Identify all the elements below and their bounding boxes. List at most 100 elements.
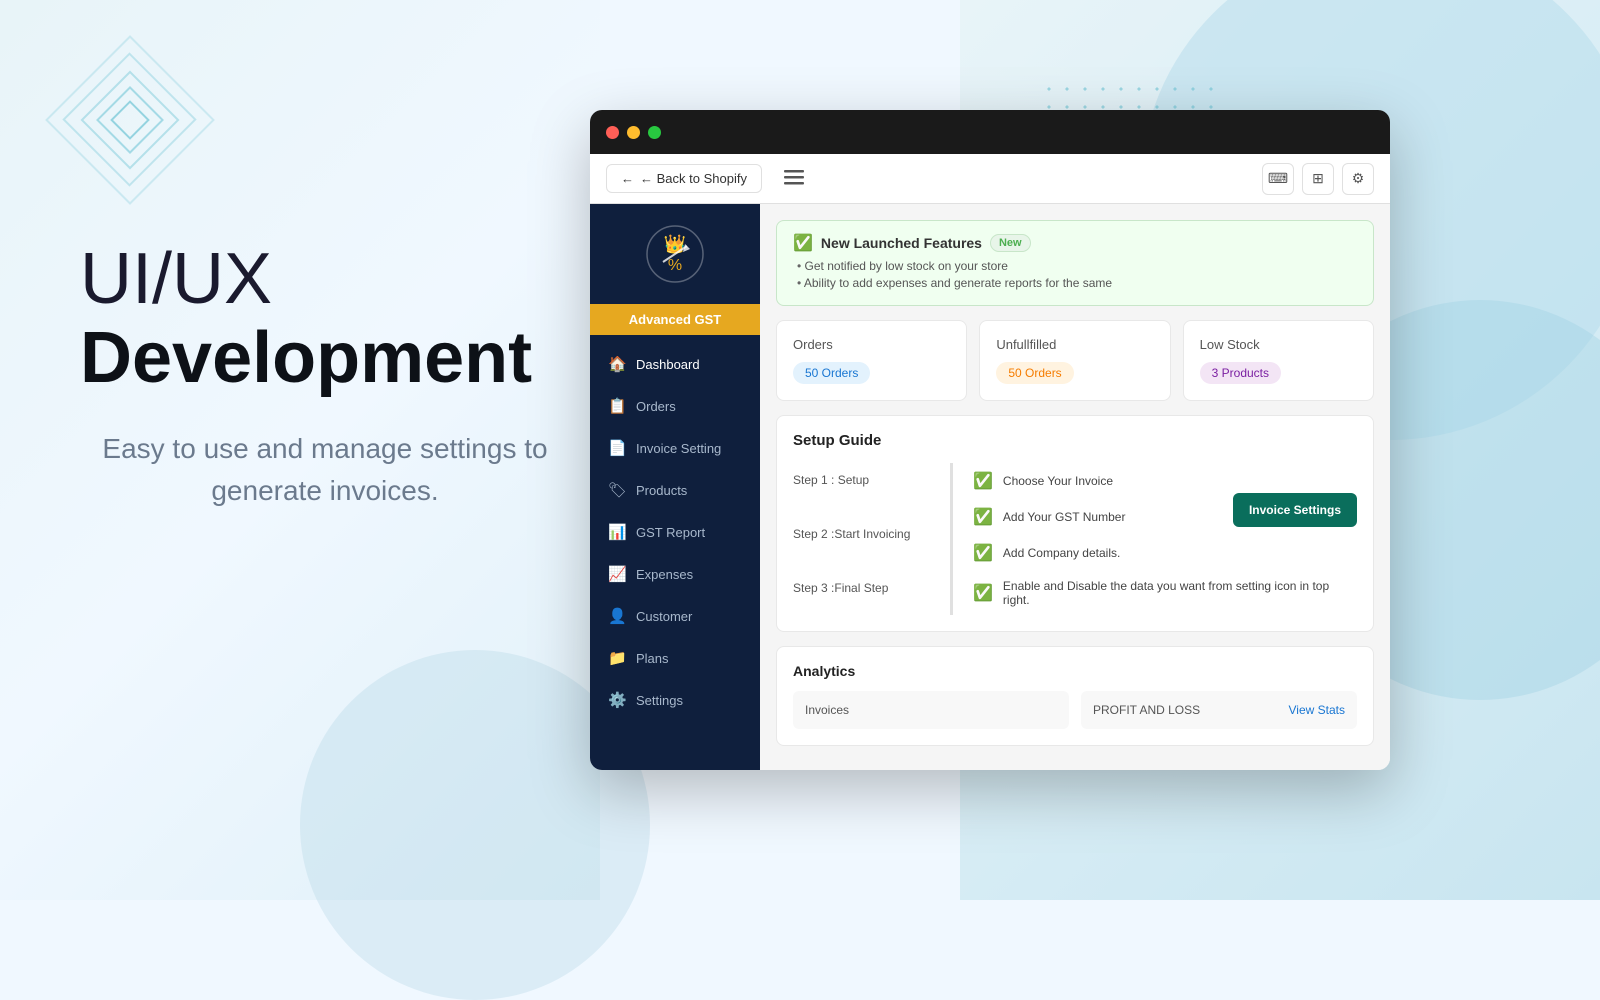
sidebar-label-orders: Orders xyxy=(636,399,676,414)
features-banner: ✅ New Launched Features New Get notified… xyxy=(776,220,1374,306)
stat-card-unfulfilled: Unfullfilled 50 Orders xyxy=(979,320,1170,401)
dot-red[interactable] xyxy=(606,126,619,139)
hamburger-button[interactable] xyxy=(780,163,808,194)
step-text-1: Choose Your Invoice xyxy=(1003,474,1113,488)
step-check-3: ✅ xyxy=(973,543,993,563)
sidebar-item-gst-report[interactable]: 📊 GST Report xyxy=(590,511,760,553)
sidebar-label-settings: Settings xyxy=(636,693,683,708)
sidebar-label-products: Products xyxy=(636,483,687,498)
sidebar-item-dashboard[interactable]: 🏠 Dashboard xyxy=(590,343,760,385)
left-content: UI/UXDevelopment Easy to use and manage … xyxy=(80,240,570,512)
stat-label-lowstock: Low Stock xyxy=(1200,337,1357,352)
sidebar-label-gst-report: GST Report xyxy=(636,525,705,540)
analytics-card-invoices: Invoices xyxy=(793,691,1069,729)
step-label-1: Step 1 : Setup xyxy=(793,463,934,497)
banner-title-row: ✅ New Launched Features New xyxy=(793,233,1357,253)
svg-text:👑: 👑 xyxy=(664,234,686,254)
sidebar-label-plans: Plans xyxy=(636,651,669,666)
stat-badge-lowstock: 3 Products xyxy=(1200,362,1281,384)
expenses-icon: 📈 xyxy=(608,565,626,583)
top-nav: ← ← Back to Shopify ⌨ ⊞ ⚙ xyxy=(590,154,1390,204)
app-container: ← ← Back to Shopify ⌨ ⊞ ⚙ xyxy=(590,154,1390,770)
stat-badge-orders: 50 Orders xyxy=(793,362,870,384)
step-check-4: ✅ xyxy=(973,583,993,603)
step-row-4: ✅ Enable and Disable the data you want f… xyxy=(973,571,1357,615)
content-area: ✅ New Launched Features New Get notified… xyxy=(760,204,1390,770)
sidebar-label-invoice: Invoice Setting xyxy=(636,441,721,456)
back-button-label: ← Back to Shopify xyxy=(640,171,747,186)
stat-card-lowstock: Low Stock 3 Products xyxy=(1183,320,1374,401)
step-labels: Step 1 : Setup Step 2 :Start Invoicing S… xyxy=(793,463,953,615)
diamond-decoration xyxy=(60,50,200,190)
step-check-2: ✅ xyxy=(973,507,993,527)
analytics-card-profit-loss: PROFIT AND LOSS View Stats xyxy=(1081,691,1357,729)
plans-icon: 📁 xyxy=(608,649,626,667)
settings-icon-btn[interactable]: ⚙ xyxy=(1342,163,1374,195)
view-stats-link[interactable]: View Stats xyxy=(1289,703,1345,717)
banner-bullet-2: Ability to add expenses and generate rep… xyxy=(797,276,1357,290)
stat-card-orders: Orders 50 Orders xyxy=(776,320,967,401)
stat-label-orders: Orders xyxy=(793,337,950,352)
back-to-shopify-button[interactable]: ← ← Back to Shopify xyxy=(606,164,762,193)
step-label-2: Step 2 :Start Invoicing xyxy=(793,517,934,551)
main-layout: 👑 % Advanced GST 🏠 Dashboard 📋 Orders xyxy=(590,204,1390,770)
invoice-settings-button[interactable]: Invoice Settings xyxy=(1233,493,1357,527)
setup-guide-title: Setup Guide xyxy=(793,432,1357,449)
sidebar-brand-name: Advanced GST xyxy=(590,304,760,335)
sidebar: 👑 % Advanced GST 🏠 Dashboard 📋 Orders xyxy=(590,204,760,770)
sidebar-label-expenses: Expenses xyxy=(636,567,693,582)
sidebar-logo: 👑 % xyxy=(590,204,760,294)
sidebar-item-plans[interactable]: 📁 Plans xyxy=(590,637,760,679)
analytics-section: Analytics Invoices PROFIT AND LOSS View … xyxy=(776,646,1374,746)
top-nav-right: ⌨ ⊞ ⚙ xyxy=(1262,163,1374,195)
sidebar-item-orders[interactable]: 📋 Orders xyxy=(590,385,760,427)
keyboard-icon-btn[interactable]: ⌨ xyxy=(1262,163,1294,195)
sidebar-item-invoice-setting[interactable]: 📄 Invoice Setting xyxy=(590,427,760,469)
page-title: UI/UXDevelopment xyxy=(80,240,570,398)
sidebar-nav: 🏠 Dashboard 📋 Orders 📄 Invoice Setting 🏷… xyxy=(590,335,760,770)
stat-badge-unfulfilled: 50 Orders xyxy=(996,362,1073,384)
browser-titlebar xyxy=(590,110,1390,154)
orders-icon: 📋 xyxy=(608,397,626,415)
stat-label-unfulfilled: Unfullfilled xyxy=(996,337,1153,352)
sidebar-item-settings[interactable]: ⚙️ Settings xyxy=(590,679,760,721)
sidebar-item-expenses[interactable]: 📈 Expenses xyxy=(590,553,760,595)
step-content: ✅ Choose Your Invoice ✅ Add Your GST Num… xyxy=(953,463,1357,615)
step-row-3: ✅ Add Company details. xyxy=(973,535,1357,571)
sidebar-label-customer: Customer xyxy=(636,609,692,624)
page-title-bold: Development xyxy=(80,318,532,398)
step-text-3: Add Company details. xyxy=(1003,546,1120,560)
page-subtitle: Easy to use and manage settings to gener… xyxy=(80,428,570,512)
products-icon: 🏷 xyxy=(608,481,626,499)
sidebar-item-products[interactable]: 🏷 Products xyxy=(590,469,760,511)
dot-green[interactable] xyxy=(648,126,661,139)
stats-row: Orders 50 Orders Unfullfilled 50 Orders … xyxy=(776,320,1374,401)
setup-steps: Step 1 : Setup Step 2 :Start Invoicing S… xyxy=(793,463,1357,615)
banner-bullets: Get notified by low stock on your store … xyxy=(793,259,1357,290)
banner-title: New Launched Features xyxy=(821,235,982,251)
browser-window: ← ← Back to Shopify ⌨ ⊞ ⚙ xyxy=(590,110,1390,770)
step-check-1: ✅ xyxy=(973,471,993,491)
analytics-profit-loss-label: PROFIT AND LOSS xyxy=(1093,703,1200,717)
analytics-invoices-label: Invoices xyxy=(805,703,849,717)
analytics-title: Analytics xyxy=(793,663,1357,679)
grid-icon-btn[interactable]: ⊞ xyxy=(1302,163,1334,195)
svg-text:%: % xyxy=(668,257,682,274)
new-badge: New xyxy=(990,234,1031,252)
sidebar-label-dashboard: Dashboard xyxy=(636,357,700,372)
analytics-row: Invoices PROFIT AND LOSS View Stats xyxy=(793,691,1357,729)
report-icon: 📊 xyxy=(608,523,626,541)
banner-bullet-1: Get notified by low stock on your store xyxy=(797,259,1357,273)
step-text-2: Add Your GST Number xyxy=(1003,510,1126,524)
step-text-4: Enable and Disable the data you want fro… xyxy=(1003,579,1357,607)
back-arrow-icon: ← xyxy=(621,171,634,186)
sidebar-item-customer[interactable]: 👤 Customer xyxy=(590,595,760,637)
customer-icon: 👤 xyxy=(608,607,626,625)
dot-yellow[interactable] xyxy=(627,126,640,139)
home-icon: 🏠 xyxy=(608,355,626,373)
invoice-icon: 📄 xyxy=(608,439,626,457)
banner-check-icon: ✅ xyxy=(793,233,813,253)
step-label-3: Step 3 :Final Step xyxy=(793,571,934,605)
top-nav-left: ← ← Back to Shopify xyxy=(606,163,808,194)
settings-nav-icon: ⚙️ xyxy=(608,691,626,709)
